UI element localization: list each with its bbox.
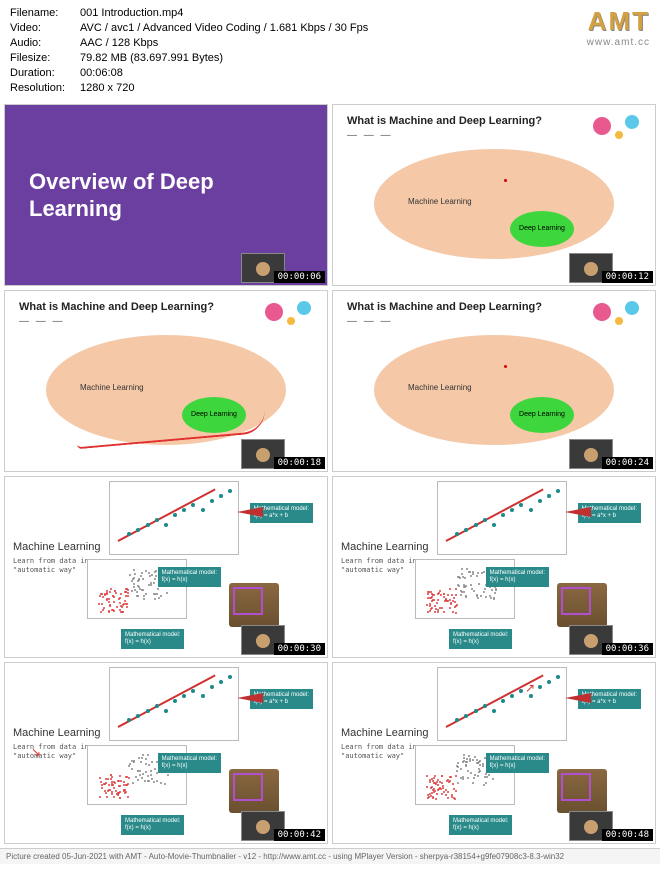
ml-ellipse: Machine Learning Deep Learning xyxy=(374,335,614,445)
audio-value: AAC / 128 Kbps xyxy=(80,36,650,51)
model-label-3: Mathematical model:f(x) = h(x) xyxy=(449,629,512,649)
arrow-icon xyxy=(565,693,591,703)
annotation-arc xyxy=(75,409,266,449)
duration-label: Duration: xyxy=(10,66,80,81)
ml-label: Machine Learning xyxy=(80,383,144,392)
filesize-label: Filesize: xyxy=(10,51,80,66)
filename-label: Filename: xyxy=(10,6,80,21)
thumbnail-3[interactable]: What is Machine and Deep Learning? — — —… xyxy=(4,290,328,472)
arrow-icon xyxy=(237,507,263,517)
logo-url: www.amt.cc xyxy=(587,37,650,48)
ml-subtext: Learn from data in a"automatic way" xyxy=(341,743,425,761)
dog-image xyxy=(229,769,279,813)
resolution-label: Resolution: xyxy=(10,81,80,96)
cursor-annotation: ↘ xyxy=(31,745,41,759)
arrow-icon xyxy=(237,693,263,703)
ml-heading: Machine Learning xyxy=(341,541,428,553)
video-label: Video: xyxy=(10,21,80,36)
people-icon xyxy=(587,111,647,143)
video-value: AVC / avc1 / Advanced Video Coding / 1.6… xyxy=(80,21,650,36)
thumbnail-1[interactable]: Overview of Deep Learning 00:00:06 xyxy=(4,104,328,286)
thumbnail-8[interactable]: Machine Learning Learn from data in a"au… xyxy=(332,662,656,844)
ml-heading: Machine Learning xyxy=(13,727,100,739)
ml-subtext: Learn from data in a"automatic way" xyxy=(341,557,425,575)
cursor-annotation: ↗ xyxy=(525,681,535,695)
dl-ellipse: Deep Learning xyxy=(510,397,574,433)
scatter-chart xyxy=(437,481,567,555)
ml-subtext: Learn from data in a"automatic way" xyxy=(13,557,97,575)
slide-title: Overview of Deep Learning xyxy=(29,168,303,223)
audio-label: Audio: xyxy=(10,36,80,51)
dl-ellipse: Deep Learning xyxy=(510,211,574,247)
dog-image xyxy=(557,583,607,627)
thumbnail-7[interactable]: Machine Learning Learn from data in a"au… xyxy=(4,662,328,844)
timestamp: 00:00:30 xyxy=(274,643,325,655)
timestamp: 00:00:42 xyxy=(274,829,325,841)
model-label-2: Mathematical model:f(x) = h(x) xyxy=(158,567,221,587)
ml-ellipse: Machine Learning Deep Learning xyxy=(46,335,286,445)
ml-subtext: Learn from data in a"automatic way" xyxy=(13,743,97,761)
thumbnail-4[interactable]: What is Machine and Deep Learning? — — —… xyxy=(332,290,656,472)
timestamp: 00:00:48 xyxy=(602,829,653,841)
model-label-3: Mathematical model:f(x) = h(x) xyxy=(449,815,512,835)
model-label-3: Mathematical model:f(x) = h(x) xyxy=(121,629,184,649)
ml-label: Machine Learning xyxy=(408,383,472,392)
model-label-2: Mathematical model:f(x) = h(x) xyxy=(158,753,221,773)
scatter-chart xyxy=(437,667,567,741)
ml-heading: Machine Learning xyxy=(341,727,428,739)
scatter-chart xyxy=(109,667,239,741)
people-icon xyxy=(587,297,647,329)
amt-logo: AMT www.amt.cc xyxy=(587,6,650,48)
people-icon xyxy=(259,297,319,329)
timestamp: 00:00:24 xyxy=(602,457,653,469)
model-label-3: Mathematical model:f(x) = h(x) xyxy=(121,815,184,835)
thumbnail-5[interactable]: Machine Learning Learn from data in a"au… xyxy=(4,476,328,658)
scatter-chart xyxy=(109,481,239,555)
dog-image xyxy=(557,769,607,813)
timestamp: 00:00:12 xyxy=(602,271,653,283)
filesize-value: 79.82 MB (83.697.991 Bytes) xyxy=(80,51,650,66)
ml-heading: Machine Learning xyxy=(13,541,100,553)
logo-text: AMT xyxy=(587,6,650,37)
thumbnail-6[interactable]: Machine Learning Learn from data in a"au… xyxy=(332,476,656,658)
timestamp: 00:00:18 xyxy=(274,457,325,469)
resolution-value: 1280 x 720 xyxy=(80,81,650,96)
model-label-2: Mathematical model:f(x) = h(x) xyxy=(486,753,549,773)
thumbnail-2[interactable]: What is Machine and Deep Learning? — — —… xyxy=(332,104,656,286)
timestamp: 00:00:06 xyxy=(274,271,325,283)
thumbnail-grid: Overview of Deep Learning 00:00:06 What … xyxy=(0,100,660,848)
timestamp: 00:00:36 xyxy=(602,643,653,655)
metadata-header: Filename:001 Introduction.mp4 Video:AVC … xyxy=(0,0,660,100)
filename-value: 001 Introduction.mp4 xyxy=(80,6,650,21)
ml-ellipse: Machine Learning Deep Learning xyxy=(374,149,614,259)
dog-image xyxy=(229,583,279,627)
duration-value: 00:06:08 xyxy=(80,66,650,81)
arrow-icon xyxy=(565,507,591,517)
ml-label: Machine Learning xyxy=(408,197,472,206)
model-label-2: Mathematical model:f(x) = h(x) xyxy=(486,567,549,587)
footer-text: Picture created 05-Jun-2021 with AMT - A… xyxy=(0,848,660,864)
